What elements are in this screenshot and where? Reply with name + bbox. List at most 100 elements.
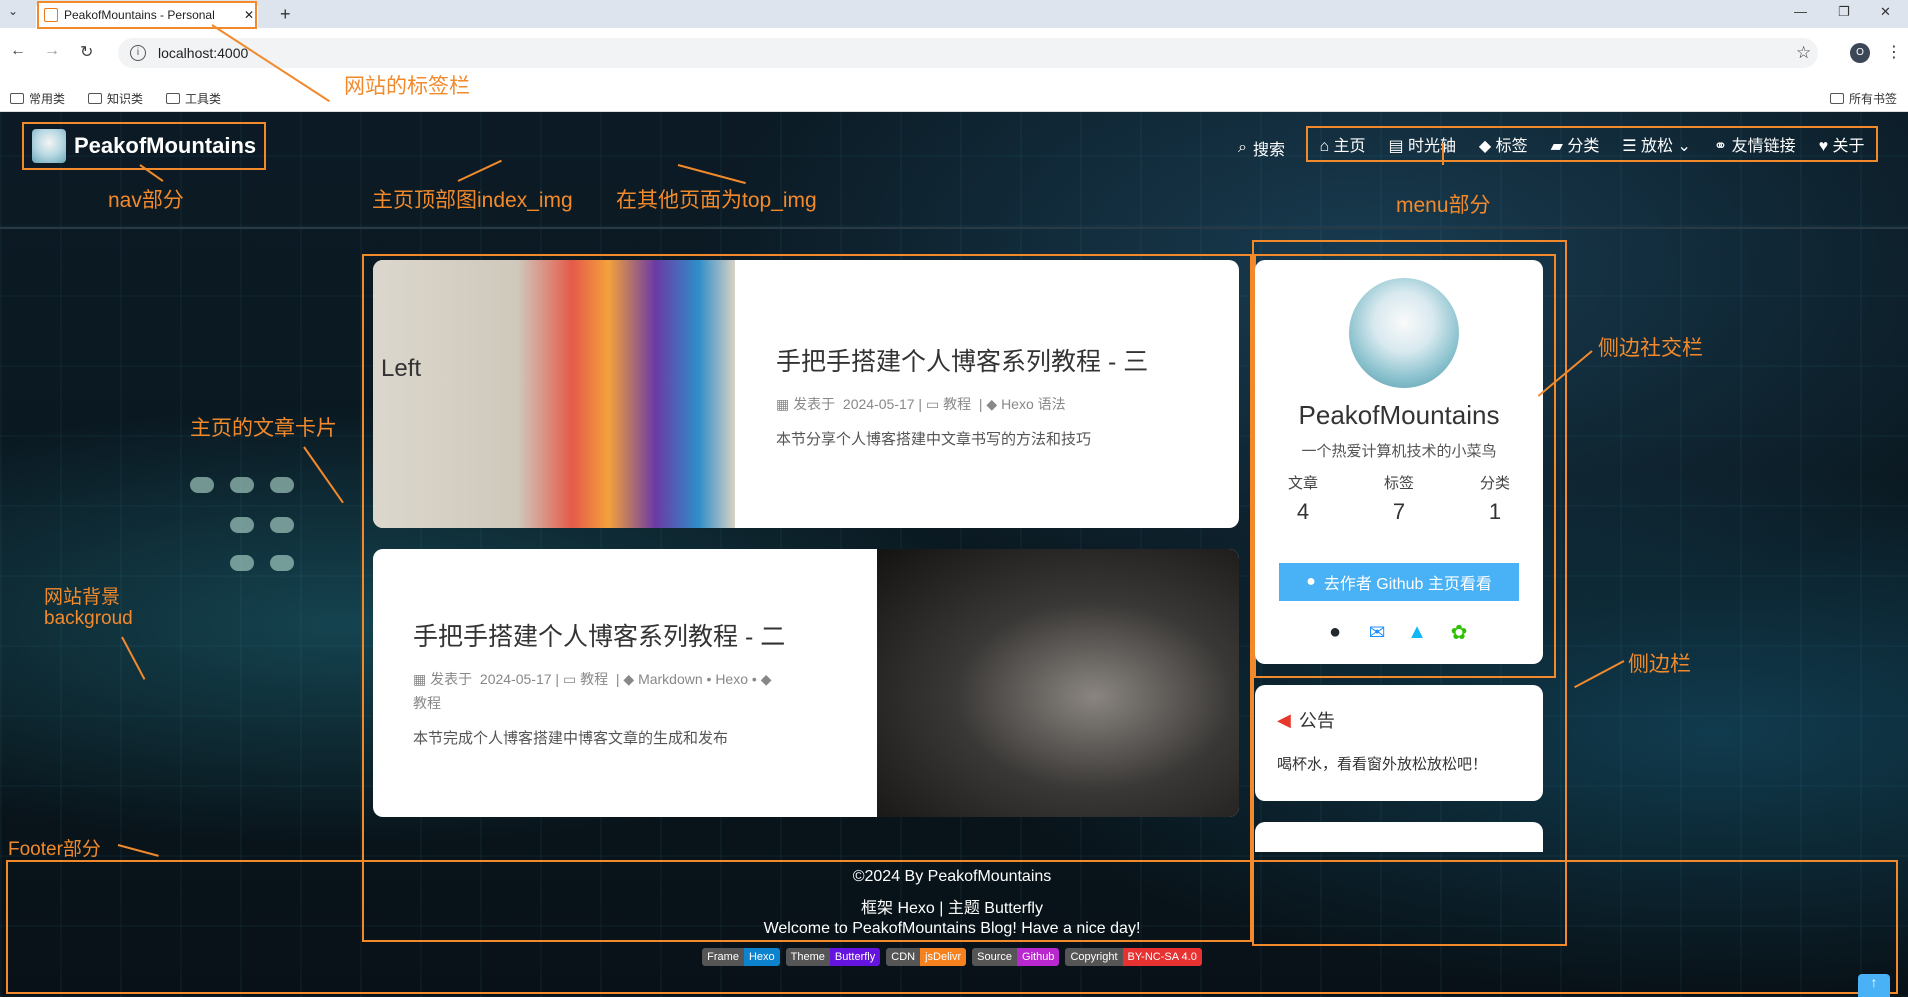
post-title[interactable]: 手把手搭建个人博客系列教程 - 二 [413, 617, 853, 653]
badge-cdn[interactable]: CDN jsDelivr [886, 948, 967, 966]
annotation-footer: Footer部分 [8, 839, 101, 860]
announcement-card: ◀ 公告 喝杯水，看看窗外放松放松吧！ [1255, 685, 1543, 801]
annotation-social: 侧边社交栏 [1598, 337, 1703, 360]
site-brand[interactable]: PeakofMountains [22, 122, 267, 170]
calendar-icon: ▦ [413, 671, 427, 687]
annotation-top-img: 在其他页面为top_img [616, 189, 817, 212]
badge-value: Github [1017, 948, 1060, 966]
github-button[interactable]: ● 去作者 Github 主页看看 [1279, 563, 1519, 601]
menu-item-relax[interactable]: ☰ 放松 ⌄ [1622, 132, 1691, 156]
menu-label: 主页 [1333, 138, 1366, 155]
post-card[interactable]: 手把手搭建个人博客系列教程 - 二 ▦ 发表于 2024-05-17 | ▭ 教… [373, 549, 1239, 817]
browser-tab-strip: ⌄ PeakofMountains - Personal ✕ + — ❐ ✕ [0, 0, 1908, 28]
bookmark-folder-all[interactable]: 所有书签 [1830, 90, 1897, 107]
stat-label: 标签 [1383, 475, 1414, 492]
menu-item-about[interactable]: ♥ 关于 [1819, 132, 1865, 156]
reload-icon[interactable]: ↻ [80, 42, 93, 62]
footer-welcome: Welcome to PeakofMountains Blog! Have a … [763, 920, 1141, 937]
address-bar[interactable]: i localhost:4000 [118, 38, 1818, 68]
badge-value: jsDelivr [920, 948, 967, 966]
search-label: 搜索 [1252, 142, 1285, 159]
post-description: 本节完成个人博客搭建中博客文章的生成和发布 [413, 730, 729, 747]
sidebar-next-card [1255, 822, 1543, 852]
menu-label: 时光轴 [1408, 138, 1457, 155]
close-window-icon[interactable]: ✕ [1880, 4, 1891, 20]
post-card[interactable]: Left 手把手搭建个人博客系列教程 - 三 ▦ 发表于 2024-05-17 … [373, 260, 1239, 528]
badge-value: Hexo [743, 948, 780, 966]
annotation-arrow [1442, 143, 1444, 165]
author-card: PeakofMountains 一个热爱计算机技术的小菜鸟 文章 4 标签 7 … [1255, 260, 1543, 664]
new-tab-button[interactable]: + [280, 4, 291, 25]
stat-articles[interactable]: 文章 4 [1255, 472, 1351, 525]
post-title[interactable]: 手把手搭建个人博客系列教程 - 三 [776, 342, 1216, 378]
annotation-sidebar: 侧边栏 [1628, 653, 1691, 676]
stat-categories[interactable]: 分类 1 [1447, 472, 1543, 525]
author-avatar[interactable] [1349, 278, 1459, 388]
url-text: localhost:4000 [158, 45, 249, 61]
annotation-menu: menu部分 [1396, 194, 1491, 217]
post-tags[interactable]: Hexo 语法 [1001, 396, 1066, 412]
stat-value: 1 [1488, 499, 1502, 524]
menu-label: 友情链接 [1731, 138, 1796, 155]
post-category[interactable]: 教程 [943, 396, 971, 412]
announcement-title: 公告 [1298, 711, 1335, 731]
folder-icon [166, 93, 180, 104]
github-button-label: 去作者 Github 主页看看 [1323, 576, 1492, 593]
meta-label: 发表于 [793, 396, 836, 412]
qq-icon[interactable]: ▲ [1403, 618, 1431, 646]
search-button[interactable]: ⌕ 搜索 [1238, 136, 1285, 160]
profile-avatar[interactable]: O [1850, 43, 1870, 63]
bullhorn-icon: ◀ [1277, 709, 1291, 730]
site-info-icon[interactable]: i [130, 45, 146, 61]
bookmark-folder-tools[interactable]: 工具类 [166, 90, 221, 107]
menu-item-categories[interactable]: ▰ 分类 [1551, 132, 1600, 156]
back-to-top-button[interactable]: ↑ [1858, 974, 1890, 997]
badge-theme[interactable]: Theme Butterfly [785, 948, 881, 966]
browser-menu-icon[interactable]: ⋮ [1886, 42, 1902, 62]
tag-icon: ◆ [760, 671, 772, 687]
calendar-icon: ▦ [776, 396, 790, 412]
github-icon: ● [1306, 573, 1316, 590]
footer-badges: Frame Hexo Theme Butterfly CDN jsDelivr Sou… [8, 948, 1896, 966]
stat-tags[interactable]: 标签 7 [1351, 472, 1447, 525]
badge-frame[interactable]: Frame Hexo [702, 948, 780, 966]
post-tags[interactable]: 教程 [413, 695, 441, 711]
email-icon[interactable]: ✉ [1363, 618, 1391, 646]
menu-item-links[interactable]: ⚭ 友情链接 [1714, 132, 1796, 156]
bookmarks-bar: 常用类 知识类 工具类 所有书签 [0, 82, 1908, 112]
menu-item-timeline[interactable]: ▤ 时光轴 [1388, 132, 1456, 156]
post-date: 2024-05-17 [479, 671, 552, 687]
post-cover-image[interactable] [877, 549, 1239, 817]
badge-copyright[interactable]: Copyright BY-NC-SA 4.0 [1065, 948, 1202, 966]
post-tags[interactable]: Markdown • Hexo • [638, 671, 757, 687]
post-category[interactable]: 教程 [580, 671, 608, 687]
badge-source[interactable]: Source Github [972, 948, 1060, 966]
annotation-nav: nav部分 [108, 189, 184, 212]
menu-item-home[interactable]: ⌂ 主页 [1319, 132, 1365, 156]
post-cover-image[interactable]: Left [373, 260, 735, 528]
forward-icon[interactable]: → [44, 42, 60, 60]
footer-framework: 框架 Hexo | 主题 Butterfly [861, 900, 1043, 917]
tab-search-icon[interactable]: ⌄ [8, 4, 18, 18]
header-divider [0, 227, 1908, 229]
bookmark-folder-knowledge[interactable]: 知识类 [88, 90, 143, 107]
footer-copyright: ©2024 By PeakofMountains [852, 868, 1052, 885]
stat-label: 文章 [1287, 475, 1318, 492]
annotation-article-card: 主页的文章卡片 [190, 417, 337, 440]
post-meta: ▦ 发表于 2024-05-17 | ▭ 教程 | ◆ Markdown • H… [413, 671, 772, 711]
site-footer: ©2024 By PeakofMountains 框架 Hexo | 主题 Bu… [6, 860, 1898, 994]
site-title: PeakofMountains [74, 133, 257, 158]
main-menu: ⌂ 主页 ▤ 时光轴 ◆ 标签 ▰ 分类 ☰ 放松 ⌄ ⚭ 友情链接 ♥ 关于 [1306, 126, 1878, 162]
restore-icon[interactable]: ❐ [1838, 4, 1850, 20]
github-icon[interactable]: ● [1321, 618, 1349, 646]
minimize-icon[interactable]: — [1794, 4, 1807, 19]
badge-label: Copyright [1065, 948, 1123, 966]
author-name: PeakofMountains [1298, 400, 1500, 430]
badge-label: Source [972, 948, 1018, 966]
bookmark-label: 所有书签 [1849, 92, 1898, 106]
menu-item-tags[interactable]: ◆ 标签 [1479, 132, 1528, 156]
wechat-icon[interactable]: ✿ [1445, 618, 1473, 646]
bookmark-star-icon[interactable]: ☆ [1796, 43, 1811, 63]
back-icon[interactable]: ← [10, 42, 26, 60]
bookmark-folder-common[interactable]: 常用类 [10, 90, 65, 107]
